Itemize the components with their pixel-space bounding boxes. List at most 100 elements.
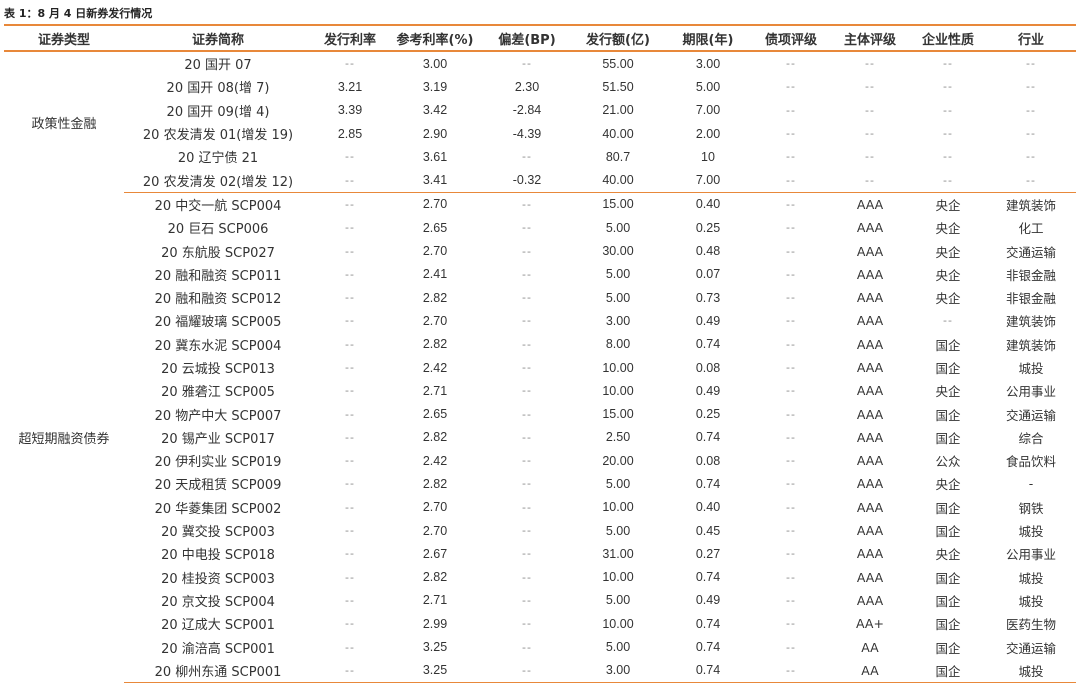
table-row: 20 辽成大 SCP001 -- 2.99 -- 10.00 0.74 -- AA+ 国企 医药生… (4, 612, 1076, 635)
table-row: 20 华菱集团 SCP002 -- 2.70 -- 10.00 0.40 -- AAA 国企 钢铁 (4, 496, 1076, 519)
cell-reference-rate: 3.41 (388, 168, 482, 193)
cell-issue-rate: -- (345, 57, 355, 71)
cell-reference-rate: 2.41 (422, 267, 448, 282)
cell-enterprise-type: 公众 (935, 454, 961, 470)
cell-issue-amount: 10.00 (602, 570, 634, 585)
cell-industry: 钢铁 (1018, 500, 1044, 516)
cell-enterprise-type: -- (910, 168, 986, 193)
cell-issue-amount: 51.50 (602, 79, 634, 94)
cell-industry: 建筑装饰 (1005, 337, 1056, 353)
cell-enterprise-type: 国企 (935, 407, 961, 423)
cell-bond-rating: -- (786, 524, 796, 538)
table-row: 20 巨石 SCP006 -- 2.65 -- 5.00 0.25 -- AAA 央企 化工 (4, 216, 1076, 239)
cell-term: 0.74 (695, 430, 721, 445)
cell-security-name: 20 融和融资 SCP012 (154, 292, 282, 308)
cell-term: 0.74 (695, 476, 721, 491)
cell-enterprise-type: 央企 (935, 197, 961, 213)
cell-term: 0.74 (695, 337, 721, 352)
cell-enterprise-type: 国企 (935, 430, 961, 446)
cell-issue-rate: -- (345, 547, 355, 561)
cell-issue-rate: -- (345, 617, 355, 631)
table-row: 20 云城投 SCP013 -- 2.42 -- 10.00 0.08 -- AAA 国企 城投 (4, 356, 1076, 379)
cell-reference-rate: 2.90 (422, 126, 448, 141)
cell-term: 3.00 (695, 56, 721, 71)
cell-term: 0.74 (695, 570, 721, 585)
cell-issue-amount: 30.00 (602, 244, 634, 259)
cell-issuer-rating: AAA (856, 569, 884, 585)
cell-deviation: -- (522, 267, 532, 281)
cell-security-name: 20 伊利实业 SCP019 (154, 455, 282, 471)
cell-industry: 城投 (1018, 593, 1044, 609)
cell-reference-rate: 2.71 (422, 383, 448, 398)
cell-industry: 公用事业 (1005, 547, 1056, 563)
cell-issuer-rating: -- (865, 150, 875, 164)
cell-security-name: 20 冀交投 SCP003 (161, 525, 275, 541)
cell-issuer-rating: AAA (856, 313, 884, 329)
cell-reference-rate: 3.19 (422, 79, 448, 94)
cell-deviation: -- (522, 361, 532, 374)
cell-issue-rate: -- (345, 593, 355, 607)
cell-deviation: -4.39 (512, 126, 542, 141)
cell-issue-amount: 5.00 (605, 476, 631, 491)
cell-security-name: 20 国开 08(增 7) (166, 81, 270, 97)
cell-issue-rate: -- (345, 221, 355, 235)
cell-issue-amount: 20.00 (602, 453, 634, 468)
cell-bond-rating: -- (752, 658, 830, 684)
cell-enterprise-type: 央企 (935, 244, 961, 260)
cell-enterprise-type: -- (943, 103, 953, 117)
cell-enterprise-type: 国企 (935, 500, 961, 516)
cell-issue-amount: 8.00 (605, 337, 631, 352)
cell-issue-amount: 2.50 (605, 430, 631, 445)
cell-industry: 交通运输 (1005, 640, 1056, 656)
table-row: 20 冀东水泥 SCP004 -- 2.82 -- 8.00 0.74 -- AAA 国企 建筑装… (4, 333, 1076, 356)
cell-term: 10 (701, 149, 715, 164)
cell-industry: -- (1026, 127, 1036, 141)
cell-industry: 建筑装饰 (1005, 197, 1056, 213)
cell-reference-rate: 2.70 (422, 244, 448, 259)
cell-enterprise-type: 央企 (935, 221, 961, 237)
cell-issue-amount: 5.00 (605, 593, 631, 608)
cell-enterprise-type: 国企 (910, 658, 986, 684)
cell-reference-rate: 3.42 (422, 103, 448, 118)
cell-security-name: 20 融和融资 SCP011 (154, 268, 282, 284)
cell-term: 7.00 (695, 103, 721, 118)
cell-issue-rate: -- (345, 454, 355, 468)
cell-enterprise-type: -- (943, 127, 953, 141)
cell-industry: 城投 (1018, 361, 1044, 376)
cell-bond-rating: -- (786, 103, 796, 117)
cell-deviation: -- (482, 658, 572, 684)
cell-issuer-rating: AA (861, 639, 879, 655)
cell-bond-rating: -- (752, 168, 830, 193)
cell-deviation: -- (522, 314, 532, 328)
table-row: 20 中电投 SCP018 -- 2.67 -- 31.00 0.27 -- AAA 央企 公用事… (4, 542, 1076, 565)
table-row: 20 融和融资 SCP011 -- 2.41 -- 5.00 0.07 -- AAA 央企 非银金… (4, 263, 1076, 286)
header-row: 证券类型 证券简称 发行利率 参考利率(%) 偏差(BP) 发行额(亿) 期限(… (4, 24, 1076, 52)
cell-issue-amount: 5.00 (605, 267, 631, 282)
cell-issuer-rating: AAA (856, 476, 884, 492)
cell-security-name: 20 中电投 SCP018 (161, 548, 275, 564)
cell-security-name: 20 京文投 SCP004 (161, 594, 275, 610)
cell-bond-rating: -- (786, 430, 796, 444)
cell-term: 0.08 (695, 453, 721, 468)
cell-industry: -- (1026, 150, 1036, 164)
cell-term: 0.49 (695, 313, 721, 328)
col-header-industry: 行业 (986, 24, 1076, 52)
cell-issue-rate: -- (345, 570, 355, 584)
cell-issuer-rating: AAA (856, 243, 884, 259)
cell-issuer-rating: AAA (856, 360, 884, 375)
cell-term: 2.00 (695, 126, 721, 141)
cell-issue-rate: -- (345, 291, 355, 305)
cell-security-name: 20 雅砻江 SCP005 (161, 385, 275, 401)
cell-issue-amount: 15.00 (602, 407, 634, 422)
cell-term: 0.40 (695, 197, 721, 212)
cell-bond-rating: -- (786, 570, 796, 584)
cell-reference-rate: 2.82 (422, 476, 448, 491)
cell-deviation: -- (522, 291, 532, 305)
cell-issue-amount: 55.00 (602, 56, 634, 71)
cell-enterprise-type: 国企 (935, 640, 961, 656)
cell-industry: 非银金融 (1005, 291, 1056, 307)
cell-bond-rating: -- (786, 384, 796, 398)
cell-issue-amount: 31.00 (602, 546, 634, 561)
cell-enterprise-type: 央企 (935, 291, 961, 307)
cell-term: 0.40 (695, 500, 721, 515)
